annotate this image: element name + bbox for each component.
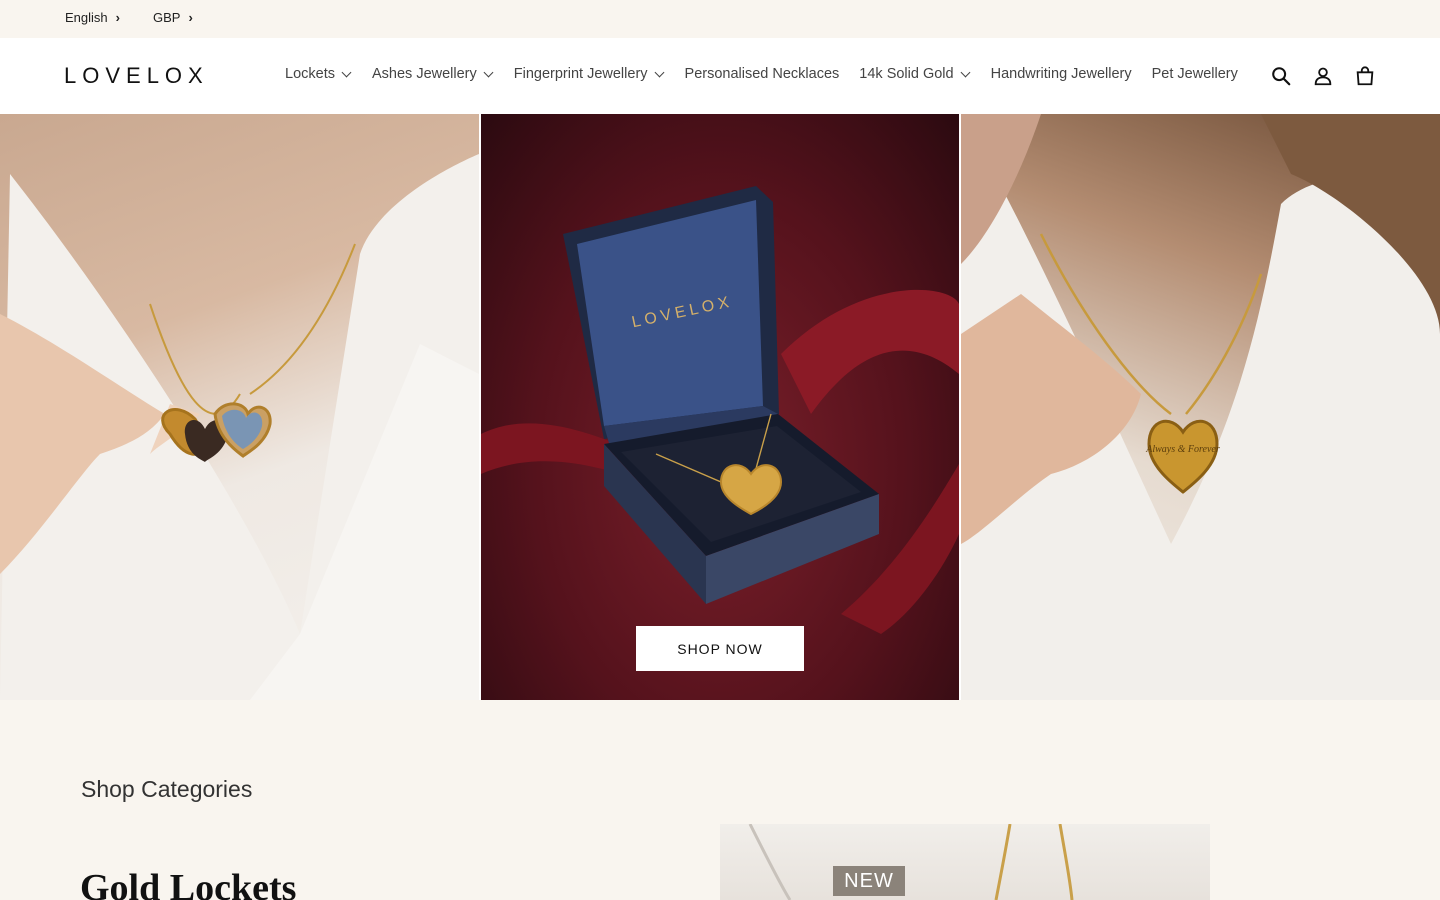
category-image-gold-lockets[interactable]: NEW <box>720 824 1210 900</box>
nav-label: Pet Jewellery <box>1151 66 1238 82</box>
hero-banner: LOVELOX Always & Forever SHOP NOW <box>0 114 1440 700</box>
engraved-locket-illustration: Always & Forever <box>961 114 1440 700</box>
nav-label: 14k Solid Gold <box>859 66 954 82</box>
chevron-down-icon <box>483 67 494 77</box>
nav-label: Ashes Jewellery <box>371 66 477 82</box>
nav-item-lockets[interactable]: Lockets <box>285 66 352 82</box>
hero-image-gift-box[interactable]: LOVELOX <box>481 114 959 700</box>
nav-item-handwriting-jewellery[interactable]: Handwriting Jewellery <box>991 66 1132 82</box>
cart-icon[interactable] <box>1354 65 1376 87</box>
nav-label: Personalised Necklaces <box>684 66 840 82</box>
nav-item-pet-jewellery[interactable]: Pet Jewellery <box>1152 66 1238 82</box>
new-badge: NEW <box>833 866 905 896</box>
utility-bar: English › GBP › <box>0 0 1440 38</box>
nav-item-personalised-necklaces[interactable]: Personalised Necklaces <box>685 66 840 82</box>
search-icon[interactable] <box>1270 65 1292 87</box>
nav-label: Lockets <box>285 66 335 82</box>
gift-box-illustration: LOVELOX <box>481 186 959 634</box>
nav-item-14k-solid-gold[interactable]: 14k Solid Gold <box>859 66 971 82</box>
account-icon[interactable] <box>1312 65 1334 87</box>
engraving-text: Always & Forever <box>1145 444 1220 455</box>
main-nav: Lockets Ashes Jewellery Fingerprint Jewe… <box>285 66 1238 82</box>
chevron-down-icon <box>960 67 971 77</box>
category-title-gold-lockets[interactable]: Gold Lockets <box>80 866 296 900</box>
chevron-down-icon <box>341 67 352 77</box>
chevron-right-icon: › <box>188 10 193 25</box>
currency-label: GBP <box>153 10 181 25</box>
hero-image-engraved-locket[interactable]: Always & Forever <box>961 114 1440 700</box>
chevron-right-icon: › <box>115 10 120 25</box>
hero-image-open-locket[interactable] <box>0 114 479 700</box>
header-icons <box>1270 65 1376 87</box>
nav-item-ashes-jewellery[interactable]: Ashes Jewellery <box>371 66 494 82</box>
site-logo[interactable]: LOVELOX <box>64 63 209 89</box>
chevron-down-icon <box>654 67 664 77</box>
open-locket-illustration <box>0 154 479 700</box>
site-header: LOVELOX Lockets Ashes Jewellery Fingerpr… <box>0 38 1440 114</box>
nav-item-fingerprint-jewellery[interactable]: Fingerprint Jewellery <box>513 66 664 82</box>
shop-now-button[interactable]: SHOP NOW <box>636 626 804 671</box>
currency-selector[interactable]: GBP › <box>153 10 193 25</box>
nav-label: Handwriting Jewellery <box>990 66 1132 82</box>
language-label: English <box>65 10 108 25</box>
shop-categories-heading: Shop Categories <box>81 776 253 802</box>
nav-label: Fingerprint Jewellery <box>513 66 648 82</box>
language-selector[interactable]: English › <box>65 10 120 25</box>
category-image-illustration <box>748 824 1074 900</box>
